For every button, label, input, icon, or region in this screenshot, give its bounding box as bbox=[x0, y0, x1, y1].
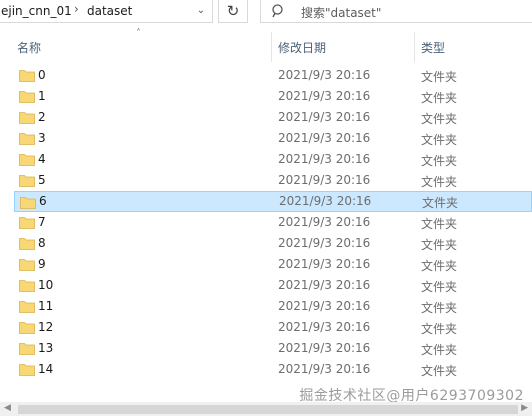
breadcrumb-separator-icon[interactable]: › bbox=[74, 2, 79, 16]
file-type: 文件夹 bbox=[421, 280, 458, 294]
folder-icon bbox=[19, 364, 35, 376]
file-row[interactable]: 3 2021/9/3 20:16 文件夹 bbox=[14, 128, 532, 149]
folder-icon bbox=[19, 280, 35, 292]
file-type: 文件夹 bbox=[421, 364, 458, 378]
file-date: 2021/9/3 20:16 bbox=[278, 152, 371, 166]
folder-icon bbox=[19, 91, 35, 103]
file-type: 文件夹 bbox=[421, 70, 458, 84]
file-date: 2021/9/3 20:16 bbox=[278, 131, 371, 145]
file-name: 9 bbox=[38, 257, 46, 271]
file-date: 2021/9/3 20:16 bbox=[278, 299, 371, 313]
file-name: 2 bbox=[38, 110, 46, 124]
file-date: 2021/9/3 20:16 bbox=[278, 173, 371, 187]
search-input[interactable]: 搜索"dataset" bbox=[301, 4, 381, 21]
folder-icon bbox=[19, 175, 35, 187]
file-name: 13 bbox=[38, 341, 54, 355]
chevron-down-icon[interactable]: ⌄ bbox=[193, 3, 209, 19]
file-date: 2021/9/3 20:16 bbox=[278, 215, 371, 229]
column-divider[interactable] bbox=[271, 32, 272, 62]
folder-icon bbox=[19, 301, 35, 313]
file-row[interactable]: 1 2021/9/3 20:16 文件夹 bbox=[14, 86, 532, 107]
file-name: 6 bbox=[39, 194, 47, 208]
file-date: 2021/9/3 20:16 bbox=[278, 236, 371, 250]
scroll-right-icon[interactable]: ▶ bbox=[521, 403, 528, 413]
file-type: 文件夹 bbox=[421, 322, 458, 336]
file-date: 2021/9/3 20:16 bbox=[279, 194, 372, 208]
folder-icon bbox=[19, 133, 35, 145]
file-row[interactable]: 13 2021/9/3 20:16 文件夹 bbox=[14, 338, 532, 359]
file-row[interactable]: 14 2021/9/3 20:16 文件夹 bbox=[14, 359, 532, 380]
folder-icon bbox=[19, 259, 35, 271]
file-row[interactable]: 2 2021/9/3 20:16 文件夹 bbox=[14, 107, 532, 128]
file-row[interactable]: 12 2021/9/3 20:16 文件夹 bbox=[14, 317, 532, 338]
file-name: 8 bbox=[38, 236, 46, 250]
file-type: 文件夹 bbox=[421, 112, 458, 126]
column-divider[interactable] bbox=[414, 32, 415, 62]
horizontal-scrollbar[interactable]: ◀ ▶ bbox=[0, 402, 532, 416]
file-type: 文件夹 bbox=[421, 133, 458, 147]
file-date: 2021/9/3 20:16 bbox=[278, 89, 371, 103]
folder-icon bbox=[20, 197, 36, 209]
file-date: 2021/9/3 20:16 bbox=[278, 341, 371, 355]
file-type: 文件夹 bbox=[421, 238, 458, 252]
file-row[interactable]: 10 2021/9/3 20:16 文件夹 bbox=[14, 275, 532, 296]
search-box[interactable]: 搜索"dataset" bbox=[260, 0, 532, 23]
file-type: 文件夹 bbox=[421, 301, 458, 315]
file-row[interactable]: 8 2021/9/3 20:16 文件夹 bbox=[14, 233, 532, 254]
file-row[interactable]: 7 2021/9/3 20:16 文件夹 bbox=[14, 212, 532, 233]
column-name[interactable]: 名称 bbox=[17, 39, 41, 56]
file-type: 文件夹 bbox=[422, 196, 459, 210]
refresh-button[interactable]: ↻ bbox=[218, 0, 248, 23]
file-date: 2021/9/3 20:16 bbox=[278, 278, 371, 292]
file-date: 2021/9/3 20:16 bbox=[278, 257, 371, 271]
sort-ascending-icon: ˄ bbox=[136, 28, 141, 39]
folder-icon bbox=[19, 70, 35, 82]
folder-icon bbox=[19, 112, 35, 124]
file-type: 文件夹 bbox=[421, 175, 458, 189]
refresh-icon: ↻ bbox=[226, 2, 240, 20]
file-name: 3 bbox=[38, 131, 46, 145]
search-icon bbox=[272, 4, 283, 18]
folder-icon bbox=[19, 322, 35, 334]
file-name: 14 bbox=[38, 362, 54, 376]
scrollbar-thumb[interactable] bbox=[18, 405, 518, 414]
file-name: 12 bbox=[38, 320, 54, 334]
file-name: 5 bbox=[38, 173, 46, 187]
file-name: 11 bbox=[38, 299, 54, 313]
scroll-left-icon[interactable]: ◀ bbox=[4, 403, 11, 413]
address-bar[interactable]: ejin_cnn_01 › dataset ⌄ bbox=[0, 0, 213, 23]
folder-icon bbox=[19, 154, 35, 166]
file-type: 文件夹 bbox=[421, 343, 458, 357]
file-row[interactable]: 4 2021/9/3 20:16 文件夹 bbox=[14, 149, 532, 170]
file-name: 10 bbox=[38, 278, 54, 292]
navigation-bar: ejin_cnn_01 › dataset ⌄ ↻ 搜索"dataset" bbox=[0, 0, 532, 30]
file-date: 2021/9/3 20:16 bbox=[278, 68, 371, 82]
folder-icon bbox=[19, 238, 35, 250]
file-name: 0 bbox=[38, 68, 46, 82]
file-date: 2021/9/3 20:16 bbox=[278, 362, 371, 376]
file-type: 文件夹 bbox=[421, 259, 458, 273]
file-name: 1 bbox=[38, 89, 46, 103]
file-type: 文件夹 bbox=[421, 217, 458, 231]
folder-icon bbox=[19, 343, 35, 355]
file-row[interactable]: 5 2021/9/3 20:16 文件夹 bbox=[14, 170, 532, 191]
column-type[interactable]: 类型 bbox=[421, 39, 445, 56]
file-date: 2021/9/3 20:16 bbox=[278, 320, 371, 334]
column-date[interactable]: 修改日期 bbox=[278, 39, 326, 56]
file-date: 2021/9/3 20:16 bbox=[278, 110, 371, 124]
file-row[interactable]: 0 2021/9/3 20:16 文件夹 bbox=[14, 65, 532, 86]
file-row[interactable]: 11 2021/9/3 20:16 文件夹 bbox=[14, 296, 532, 317]
file-name: 7 bbox=[38, 215, 46, 229]
file-row[interactable]: 9 2021/9/3 20:16 文件夹 bbox=[14, 254, 532, 275]
breadcrumb-segment[interactable]: ejin_cnn_01 bbox=[1, 4, 72, 18]
file-row-selected[interactable]: 6 2021/9/3 20:16 文件夹 bbox=[14, 191, 532, 212]
file-name: 4 bbox=[38, 152, 46, 166]
column-header: ˄ 名称 修改日期 类型 bbox=[0, 28, 532, 62]
file-type: 文件夹 bbox=[421, 154, 458, 168]
file-type: 文件夹 bbox=[421, 91, 458, 105]
folder-icon bbox=[19, 217, 35, 229]
breadcrumb-segment[interactable]: dataset bbox=[87, 4, 132, 18]
